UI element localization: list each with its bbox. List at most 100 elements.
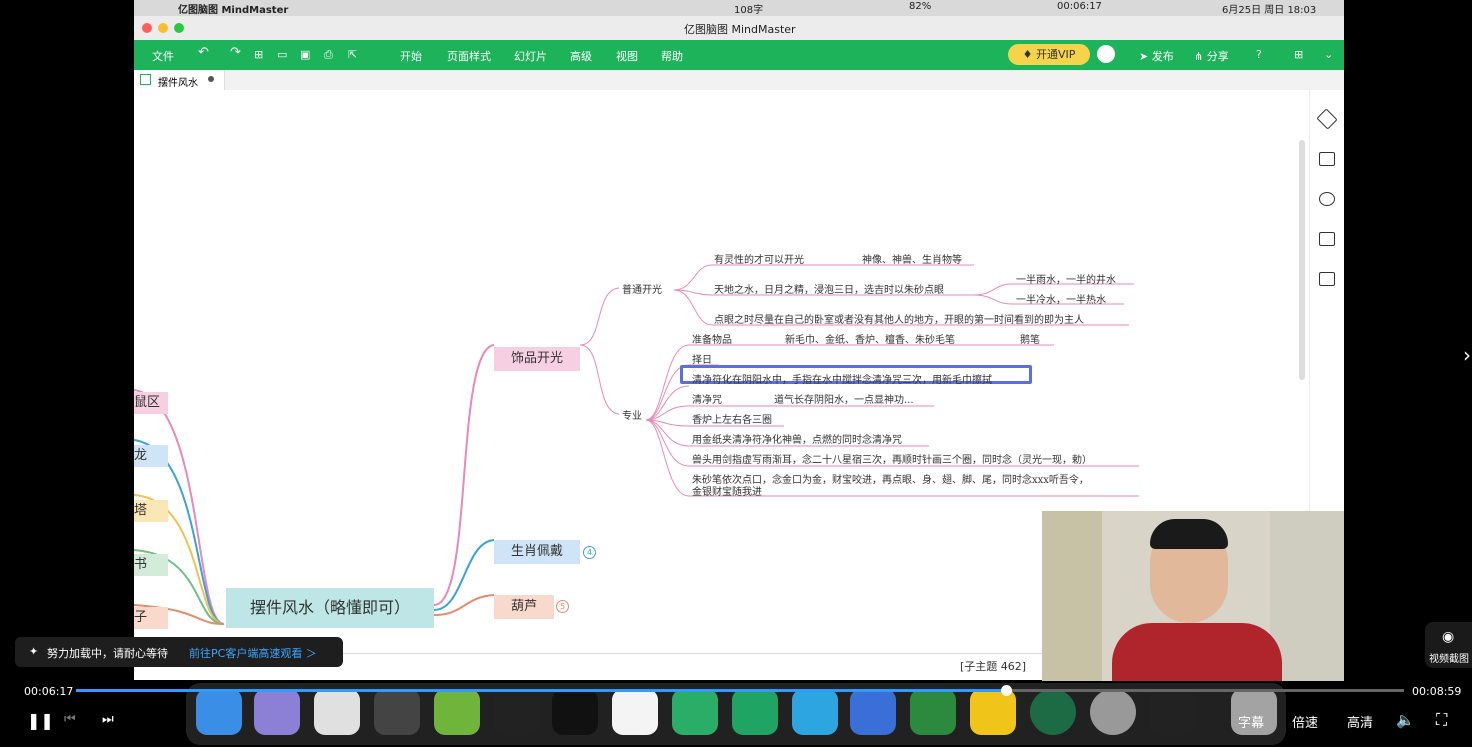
zoom-window-button[interactable]: [174, 23, 184, 33]
publish-button[interactable]: ➤ 发布: [1139, 48, 1174, 64]
collapsed-count-badge[interactable]: 5: [556, 600, 569, 613]
previous-icon[interactable]: ⏮: [64, 712, 76, 727]
subtopic-normal-consecration[interactable]: 普通开光: [622, 281, 662, 296]
item-purify-talisman[interactable]: 清净符化在阴阳水中，手指在水中搅拌念清净咒三次，用新毛巾擦拭: [692, 371, 992, 386]
item-sword-finger[interactable]: 兽头用剑指虚写雨渐耳，念二十八星宿三次，再顺时针画三个圈，同时念（灵光一现，勅）: [692, 451, 1092, 466]
diamond-icon: ♦: [1022, 48, 1036, 61]
item-cinnabar-dotting-line2[interactable]: 金银财宝随我进: [692, 483, 762, 498]
menu-start[interactable]: 开始: [400, 48, 422, 64]
menu-slideshow[interactable]: 幻灯片: [514, 48, 547, 64]
item-spiritual-only[interactable]: 有灵性的才可以开光: [714, 251, 804, 266]
media-player-icon[interactable]: [494, 689, 540, 735]
contact-card-icon[interactable]: [1319, 272, 1335, 286]
page-format-icon[interactable]: [1319, 152, 1335, 166]
date-time[interactable]: 6月25日 周日 18:03: [1222, 1, 1316, 16]
tab-document-label: 摆件风水: [158, 78, 198, 89]
menu-file[interactable]: 文件: [152, 48, 174, 64]
item-choose-date[interactable]: 择日: [692, 351, 712, 366]
collapsed-count-badge[interactable]: 4: [583, 546, 596, 559]
volume-icon[interactable]: 🔈: [1396, 711, 1415, 729]
undo-icon[interactable]: ↶: [198, 45, 209, 60]
evernote-icon[interactable]: [910, 689, 956, 735]
paint-brush-app-icon[interactable]: [1030, 689, 1076, 735]
fullscreen-icon[interactable]: ⛶: [1436, 710, 1447, 730]
subtopic-professional[interactable]: 专业: [622, 407, 642, 422]
vertical-scrollbar[interactable]: [1299, 140, 1305, 380]
item-soak-three-days[interactable]: 天地之水，日月之精，浸泡三日，选吉时以朱砂点眼: [714, 281, 944, 296]
cat-app-icon[interactable]: [850, 689, 896, 735]
help-icon[interactable]: ?: [1256, 48, 1262, 61]
video-screenshot-button[interactable]: ◉ 视频截图: [1425, 622, 1472, 668]
menu-view[interactable]: 视图: [616, 48, 638, 64]
speed-button[interactable]: 倍速: [1292, 712, 1318, 731]
save-icon[interactable]: ▣: [300, 48, 310, 61]
subtitle-button[interactable]: 字幕: [1238, 712, 1264, 731]
tab-document[interactable]: 摆件风水: [134, 70, 225, 90]
topic-accessory-consecration[interactable]: 饰品开光: [494, 347, 580, 371]
style-brush-icon[interactable]: [1316, 108, 1338, 130]
item-prepare-supplies[interactable]: 准备物品: [692, 331, 732, 346]
screen-recorder-icon[interactable]: [1150, 689, 1196, 735]
task-check-icon[interactable]: [1319, 232, 1335, 246]
launchpad-icon[interactable]: [254, 689, 300, 735]
wps-icon[interactable]: [612, 689, 658, 735]
loading-message: 努力加载中，请耐心等待: [47, 647, 168, 660]
topic-zodiac-wearing[interactable]: 生肖佩戴: [494, 540, 580, 564]
left-branch-3[interactable]: 塔: [134, 500, 168, 522]
webcam-app-icon[interactable]: [1090, 689, 1136, 735]
open-pc-client-link[interactable]: 前往PC客户端高速观看 ＞: [189, 645, 317, 661]
new-file-icon[interactable]: ⊞: [254, 48, 263, 61]
quality-button[interactable]: 高清: [1347, 712, 1373, 731]
recording-timer[interactable]: 00:06:17: [1057, 1, 1102, 12]
minimize-window-button[interactable]: [158, 23, 168, 33]
share-button[interactable]: ⋔ 分享: [1194, 48, 1229, 64]
clipart-icon[interactable]: [1319, 192, 1335, 206]
item-purify-mantra[interactable]: 清净咒: [692, 391, 722, 406]
export-icon[interactable]: ⇱: [348, 48, 357, 61]
photo-booth-icon[interactable]: [374, 689, 420, 735]
open-folder-icon[interactable]: ▭: [277, 48, 287, 61]
active-app-name[interactable]: 亿图脑图 MindMaster: [178, 1, 288, 16]
telegram-icon[interactable]: [792, 689, 838, 735]
item-dotting-eyes-location[interactable]: 点眼之时尽量在自己的卧室或者没有其他人的地方，开眼的第一时间看到的即为主人: [714, 311, 1084, 326]
left-branch-4[interactable]: 书: [134, 554, 168, 576]
share-icon: ⋔: [1194, 50, 1207, 63]
menu-advanced[interactable]: 高级: [570, 48, 592, 64]
vip-button[interactable]: ♦ 开通VIP: [1008, 44, 1090, 65]
avatar[interactable]: [1097, 45, 1115, 63]
pause-icon[interactable]: ❚❚: [27, 711, 54, 730]
hexagon-app-icon[interactable]: [970, 689, 1016, 735]
item-cold-hot-water[interactable]: 一半冷水，一半热水: [1016, 291, 1106, 306]
android-icon[interactable]: [434, 689, 480, 735]
chrome-icon[interactable]: [314, 689, 360, 735]
left-branch-2[interactable]: 龙: [134, 445, 168, 467]
capcut-icon[interactable]: [552, 689, 598, 735]
grid-icon[interactable]: ⊞: [1294, 48, 1303, 61]
finder-icon[interactable]: [196, 689, 242, 735]
menu-help[interactable]: 帮助: [661, 48, 683, 64]
item-mantra-text[interactable]: 道气长存阴阳水，一点显神功...: [774, 391, 914, 406]
progress-knob[interactable]: [1000, 685, 1012, 696]
mindmaster-icon[interactable]: [732, 689, 778, 735]
chevron-down-icon[interactable]: ⌄: [1324, 48, 1333, 61]
item-incense-circles[interactable]: 香炉上左右各三圈: [692, 411, 772, 426]
topic-gourd[interactable]: 葫芦: [494, 595, 554, 619]
redo-icon[interactable]: ↷: [230, 45, 241, 60]
video-progress-bar[interactable]: [76, 685, 1404, 696]
topic-count: [子主题 462]: [960, 660, 1027, 673]
item-rain-well-water[interactable]: 一半雨水，一半的井水: [1016, 271, 1116, 286]
item-spiritual-examples[interactable]: 神像、神兽、生肖物等: [862, 251, 962, 266]
next-icon[interactable]: ⏭: [102, 712, 114, 727]
item-goose-pen[interactable]: 鹅笔: [1020, 331, 1040, 346]
print-icon[interactable]: ⎙: [324, 48, 333, 62]
left-branch-5[interactable]: 子: [134, 607, 168, 629]
left-branch-1[interactable]: 鼠区: [134, 392, 168, 414]
menu-page-style[interactable]: 页面样式: [447, 48, 491, 64]
root-topic[interactable]: 摆件风水（略懂即可）: [226, 588, 434, 628]
battery-level[interactable]: 82%: [909, 1, 931, 12]
item-supplies-list[interactable]: 新毛巾、金纸、香炉、檀香、朱砂毛笔: [785, 331, 955, 346]
next-page-chevron-icon[interactable]: ›: [1463, 343, 1471, 367]
item-gold-paper[interactable]: 用金纸夹清净符净化神兽，点燃的同时念清净咒: [692, 431, 902, 446]
close-window-button[interactable]: [142, 23, 152, 33]
wechat-icon[interactable]: [672, 689, 718, 735]
